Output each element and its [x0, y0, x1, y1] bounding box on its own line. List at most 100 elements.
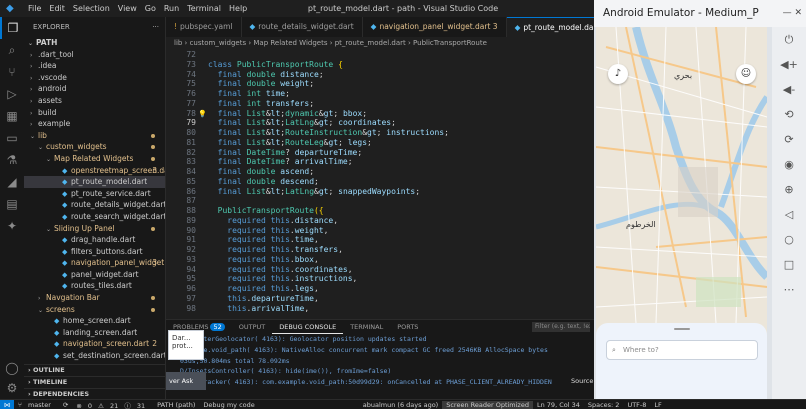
- code-line[interactable]: 72: [166, 50, 594, 60]
- tab-navigation-panel[interactable]: ◆ navigation_panel_widget.dart 3: [363, 17, 507, 37]
- folder-item[interactable]: ⌄ screens: [24, 304, 165, 316]
- folder-item[interactable]: ⌄ lib: [24, 130, 165, 142]
- run-debug-icon[interactable]: ▷: [0, 83, 24, 105]
- camera-icon[interactable]: ◉: [772, 152, 806, 177]
- code-line[interactable]: 94 required this.coordinates,: [166, 265, 594, 275]
- code-line[interactable]: 95 required this.instructions,: [166, 274, 594, 284]
- code-line[interactable]: 93 required this.bbox,: [166, 255, 594, 265]
- code-line[interactable]: 96 required this.legs,: [166, 284, 594, 294]
- folder-item[interactable]: › android: [24, 83, 165, 95]
- file-item[interactable]: ◆ panel_widget.dart: [24, 269, 165, 281]
- code-line[interactable]: 92 required this.transfers,: [166, 245, 594, 255]
- notifications-bell-icon[interactable]: ♪: [608, 64, 628, 84]
- code-line[interactable]: 86 final List&lt;LatLng&gt; snappedWaypo…: [166, 187, 594, 197]
- folder-item[interactable]: ⌄ Map Related Widgets: [24, 153, 165, 165]
- file-item[interactable]: ◆ filters_buttons.dart: [24, 246, 165, 258]
- code-line[interactable]: 75 final double weight;: [166, 79, 594, 89]
- menu-view[interactable]: View: [114, 4, 141, 13]
- rotate-left-icon[interactable]: ⟲: [772, 102, 806, 127]
- file-item[interactable]: ◆ openstreetmap_screen.dart 3: [24, 165, 165, 177]
- folder-item[interactable]: ⌄ custom_widgets: [24, 141, 165, 153]
- debug-indicator[interactable]: Debug my code: [199, 401, 258, 409]
- more-actions-icon[interactable]: ···: [152, 17, 159, 37]
- code-editor[interactable]: 72 73 class PublicTransportRoute {74 final…: [166, 50, 594, 319]
- zoom-icon[interactable]: ⊕: [772, 177, 806, 202]
- filter-input[interactable]: Filter (e.g. text, !exc: [532, 322, 590, 332]
- tab-pubspec[interactable]: ! pubspec.yaml: [166, 17, 242, 37]
- source-control-icon[interactable]: ⑂: [0, 61, 24, 83]
- bottom-sheet[interactable]: ⌕ Where to?: [596, 323, 767, 399]
- cursor-position[interactable]: Ln 79, Col 34: [533, 401, 584, 409]
- file-item[interactable]: ◆ navigation_screen.dart 2: [24, 338, 165, 350]
- flutter-icon[interactable]: ◢: [0, 171, 24, 193]
- menu-file[interactable]: File: [24, 4, 45, 13]
- code-line[interactable]: 81 final List&lt;RouteLeg&gt; legs;: [166, 138, 594, 148]
- remote-indicator-icon[interactable]: ⋈: [0, 399, 14, 409]
- menu-run[interactable]: Run: [160, 4, 183, 13]
- power-icon[interactable]: ⏻: [772, 27, 806, 52]
- menu-help[interactable]: Help: [225, 4, 251, 13]
- code-line[interactable]: 73 class PublicTransportRoute {: [166, 60, 594, 70]
- remote-icon[interactable]: ▭: [0, 127, 24, 149]
- code-line[interactable]: 77 final int transfers;: [166, 99, 594, 109]
- screen-reader-badge[interactable]: Screen Reader Optimized: [442, 400, 533, 409]
- folder-item[interactable]: › .idea: [24, 60, 165, 72]
- file-item[interactable]: ◆ pt_route_model.dart: [24, 176, 165, 188]
- folder-item[interactable]: › example: [24, 118, 165, 130]
- files-icon[interactable]: ❐: [0, 17, 24, 39]
- folder-item[interactable]: › assets: [24, 95, 165, 107]
- ask-button[interactable]: ver Ask: [166, 372, 206, 390]
- code-line[interactable]: 82 final DateTime? departureTime;: [166, 148, 594, 158]
- file-item[interactable]: ◆ home_screen.dart: [24, 315, 165, 327]
- search-icon[interactable]: ⌕: [0, 39, 24, 61]
- testing-icon[interactable]: ⚗: [0, 149, 24, 171]
- python-icon[interactable]: ✦: [0, 215, 24, 237]
- rotate-right-icon[interactable]: ⟳: [772, 127, 806, 152]
- folder-item[interactable]: › Navgation Bar: [24, 292, 165, 304]
- code-line[interactable]: 98 this.arrivalTime,: [166, 304, 594, 314]
- sync-icon[interactable]: ⟳: [59, 401, 72, 409]
- phone-screen[interactable]: بحري الخرطوم ♪ ☺ ⌕ Where to?: [596, 27, 767, 399]
- file-item[interactable]: ◆ drag_handle.dart: [24, 234, 165, 246]
- code-line[interactable]: 85 final double descend;: [166, 177, 594, 187]
- menu-edit[interactable]: Edit: [45, 4, 69, 13]
- folder-item[interactable]: › .dart_tool: [24, 49, 165, 61]
- docker-icon[interactable]: ▤: [0, 193, 24, 215]
- code-line[interactable]: 78 💡 final List&lt;dynamic&gt; bbox;: [166, 109, 594, 119]
- extensions-icon[interactable]: ▦: [0, 105, 24, 127]
- code-line[interactable]: 90 required this.weight,: [166, 226, 594, 236]
- folder-item[interactable]: › .vscode: [24, 72, 165, 84]
- explorer-root[interactable]: ⌄ PATH: [24, 37, 165, 49]
- file-item[interactable]: ◆ landing_screen.dart: [24, 327, 165, 339]
- git-blame[interactable]: abualmun (6 days ago): [359, 401, 442, 409]
- folder-item[interactable]: › build: [24, 107, 165, 119]
- menu-terminal[interactable]: Terminal: [183, 4, 225, 13]
- back-icon[interactable]: ◁: [772, 202, 806, 227]
- where-to-search-input[interactable]: ⌕ Where to?: [606, 340, 758, 360]
- code-line[interactable]: 80 final List&lt;RouteInstruction&gt; in…: [166, 128, 594, 138]
- indent-spaces[interactable]: Spaces: 2: [584, 401, 624, 409]
- breadcrumb[interactable]: lib › custom_widgets › Map Related Widge…: [166, 37, 594, 50]
- code-line[interactable]: 87: [166, 196, 594, 206]
- drag-handle[interactable]: [674, 328, 690, 330]
- timeline-section[interactable]: › TIMELINE: [24, 376, 166, 387]
- code-line[interactable]: 88 PublicTransportRoute({: [166, 206, 594, 216]
- tab-route-details[interactable]: ◆ route_details_widget.dart: [242, 17, 363, 37]
- code-line[interactable]: 83 final DateTime? arrivalTime;: [166, 157, 594, 167]
- overview-icon[interactable]: □: [772, 252, 806, 277]
- dependencies-section[interactable]: › DEPENDENCIES: [24, 388, 166, 399]
- profile-icon[interactable]: ☺: [736, 64, 756, 84]
- file-item[interactable]: ◆ pt_route_service.dart: [24, 188, 165, 200]
- window-controls[interactable]: — ✕: [783, 0, 802, 27]
- code-line[interactable]: 97 this.departureTime,: [166, 294, 594, 304]
- branch-indicator[interactable]: ⑂ master: [14, 401, 59, 409]
- file-item[interactable]: ◆ set_destination_screen.dart: [24, 350, 165, 362]
- code-line[interactable]: 79 final List&lt;LatLng&gt; coordinates;: [166, 118, 594, 128]
- tab-pt-route-model[interactable]: ◆pt_route_model.dart×: [506, 17, 594, 37]
- code-line[interactable]: 76 final int time;: [166, 89, 594, 99]
- tab-ports[interactable]: PORTS: [390, 320, 425, 334]
- file-item[interactable]: ◆navigation_panel_widget.dart3: [24, 257, 165, 269]
- volume-up-icon[interactable]: ◀+: [772, 52, 806, 77]
- code-line[interactable]: 84 final double ascend;: [166, 167, 594, 177]
- end-of-line[interactable]: LF: [650, 401, 665, 409]
